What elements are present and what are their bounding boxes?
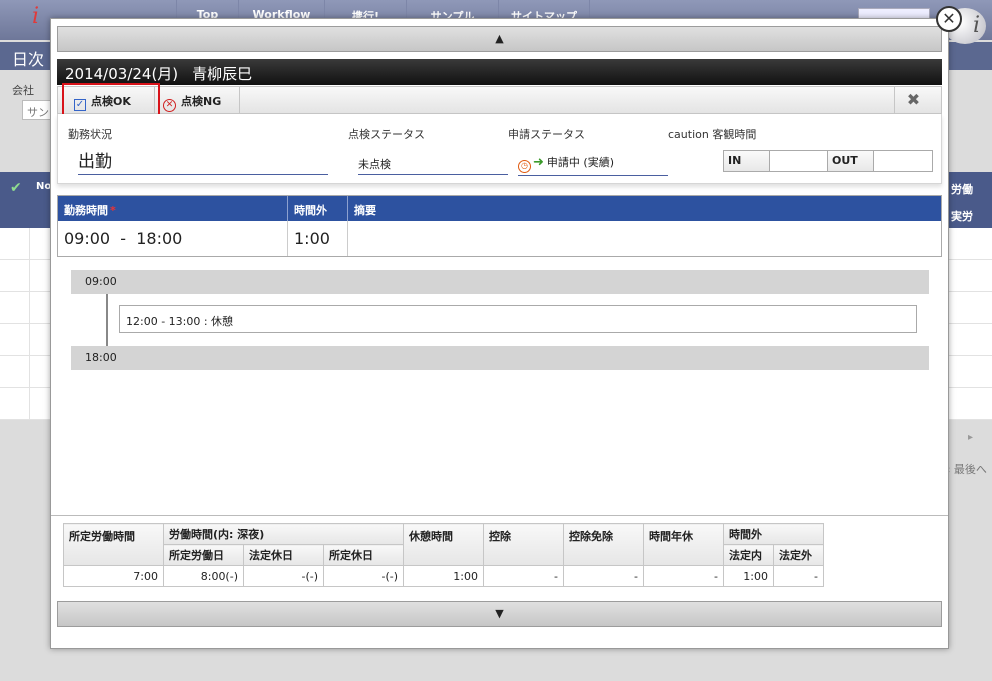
- header-deduction: 控除: [483, 523, 564, 566]
- timeline-break-item[interactable]: 12:00 - 13:00 : 休憩: [119, 305, 917, 333]
- person-name: 青柳辰巳: [192, 65, 253, 83]
- check-icon: ✔: [10, 180, 22, 196]
- close-panel-button[interactable]: ✖: [894, 87, 932, 113]
- overtime-value: 1:00: [288, 221, 348, 256]
- timeline-end-bar: 18:00: [71, 346, 929, 370]
- last-page-link[interactable]: ‹ 最後へ: [946, 461, 987, 477]
- table-header-labor: 労働: [951, 183, 973, 196]
- clock-icon: ◷: [518, 160, 531, 173]
- header-labor-hours: 労働時間(内: 深夜): [163, 523, 404, 545]
- work-time-header: 勤務時間 *: [58, 196, 288, 221]
- timeline-connector: [106, 294, 108, 346]
- summary-value: -(-): [243, 565, 324, 587]
- header-legal-in: 法定内: [723, 544, 774, 566]
- forward-arrow-icon: ➜: [533, 155, 544, 170]
- check-status-value: 未点検: [358, 156, 508, 175]
- overtime-header: 時間外: [288, 196, 348, 221]
- summary-table: 所定労働時間 労働時間(内: 深夜) 休憩時間 控除 控除免除 時間年休 時間外…: [63, 523, 824, 587]
- memo-value[interactable]: [348, 221, 941, 256]
- timeline-start-bar: 09:00: [71, 270, 929, 294]
- next-page-icon[interactable]: ▸: [968, 432, 973, 443]
- page-title: 日次: [12, 50, 45, 69]
- summary-value: -: [643, 565, 724, 587]
- header-overtime: 時間外: [723, 523, 824, 545]
- out-label: OUT: [828, 151, 874, 171]
- header-legal-holiday: 法定休日: [243, 544, 324, 566]
- summary-value: 7:00: [63, 565, 164, 587]
- summary-value: -: [483, 565, 564, 587]
- in-label: IN: [724, 151, 770, 171]
- objective-time-label: caution 客観時間: [668, 128, 757, 141]
- summary-value: -: [773, 565, 824, 587]
- cancel-circle-icon: ✕: [163, 99, 176, 112]
- in-time-value: [770, 151, 828, 171]
- application-status-label: 申請ステータス: [508, 128, 585, 141]
- modal-close-icon[interactable]: ✕: [936, 6, 962, 32]
- work-status-label: 勤務状況: [68, 128, 112, 141]
- section-divider: [51, 515, 948, 516]
- summary-value: -: [563, 565, 644, 587]
- table-header-no: No: [36, 181, 52, 192]
- summary-value: -(-): [323, 565, 404, 587]
- summary-value: 1:00: [403, 565, 484, 587]
- close-icon: ✖: [906, 90, 921, 109]
- table-header-actual: 実労: [951, 210, 973, 223]
- header-scheduled-holiday: 所定休日: [323, 544, 404, 566]
- header-scheduled-hours: 所定労働時間: [63, 523, 164, 566]
- out-time-value: [874, 151, 932, 171]
- check-ng-button[interactable]: ✕ 点検NG: [155, 87, 240, 113]
- work-time-table: 勤務時間 * 時間外 摘要 09:00 - 18:00 1:00: [57, 195, 942, 257]
- scroll-down-button[interactable]: ▼: [57, 601, 942, 627]
- status-panel: 勤務状況 点検ステータス 申請ステータス caution 客観時間 出勤 未点検…: [57, 114, 942, 184]
- header-rest-hours: 休憩時間: [403, 523, 484, 566]
- date-header: 2014/03/24(月) 青柳辰巳: [57, 59, 942, 85]
- date-text: 2014/03/24(月): [65, 65, 179, 83]
- check-status-label: 点検ステータス: [348, 128, 425, 141]
- summary-value: 1:00: [723, 565, 774, 587]
- required-mark: *: [110, 204, 116, 217]
- work-time-value[interactable]: 09:00 - 18:00: [58, 221, 288, 256]
- scroll-up-button[interactable]: ▲: [57, 26, 942, 52]
- header-legal-out: 法定外: [773, 544, 824, 566]
- objective-time-box: IN OUT: [723, 150, 933, 172]
- company-label: 会社: [12, 84, 34, 97]
- work-status-value: 出勤: [78, 147, 328, 175]
- action-toolbar: ✓ 点検OK ✕ 点検NG ✖: [57, 86, 942, 114]
- header-hourly-leave: 時間年休: [643, 523, 724, 566]
- header-scheduled-day: 所定労働日: [163, 544, 244, 566]
- summary-value: 8:00(-): [163, 565, 244, 587]
- application-status-value[interactable]: ◷ ➜ 申請中 (実績): [518, 154, 668, 176]
- header-deduction-exempt: 控除免除: [563, 523, 644, 566]
- daily-detail-modal: ▲ 2014/03/24(月) 青柳辰巳 ✓ 点検OK ✕ 点検NG ✖ 勤務状況 点…: [50, 18, 949, 649]
- memo-header: 摘要: [348, 196, 941, 221]
